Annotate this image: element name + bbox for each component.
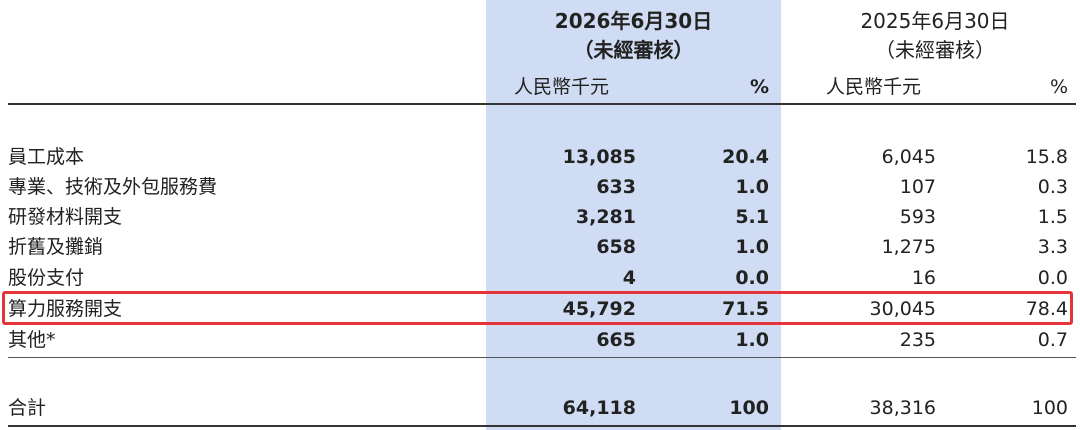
row-label: 專業、技術及外包服務費 [8,176,218,198]
row-prior-pct: 0.0 [1037,267,1068,289]
current-period-audit-note: （未經審核） [573,38,694,62]
row-prior-pct: 15.8 [1025,146,1068,168]
current-pct-header: % [749,76,769,98]
row-current-pct: 5.1 [735,206,769,228]
total-current-amount: 64,118 [562,397,636,419]
row-prior-amount: 107 [899,176,936,198]
current-period-date: 2026年6月30日 [554,9,713,33]
prior-period-date: 2025年6月30日 [860,9,1010,33]
row-prior-amount: 235 [899,329,936,351]
row-label: 股份支付 [8,267,85,289]
row-label: 其他* [8,329,56,351]
total-prior-pct: 100 [1031,397,1068,419]
row-prior-amount: 593 [899,206,936,228]
row-prior-amount: 1,275 [881,236,936,258]
highlighted-row-outline [2,291,1073,325]
row-current-amount: 658 [596,236,636,258]
row-label: 折舊及攤銷 [8,236,104,258]
row-current-amount: 4 [622,267,636,289]
row-current-pct: 1.0 [735,176,769,198]
total-underline [8,425,1076,427]
total-label: 合計 [8,397,47,419]
current-unit-header: 人民幣千元 [514,76,610,98]
prior-unit-header: 人民幣千元 [826,76,922,98]
subtotal-rule [8,357,1076,358]
row-current-amount: 633 [596,176,636,198]
row-label: 員工成本 [8,146,85,168]
row-current-amount: 3,281 [575,206,636,228]
row-current-pct: 1.0 [735,236,769,258]
row-current-pct: 1.0 [735,329,769,351]
row-current-pct: 20.4 [722,146,769,168]
row-prior-amount: 6,045 [881,146,936,168]
header-rule [8,103,1076,105]
row-current-amount: 665 [596,329,636,351]
prior-period-audit-note: （未經審核） [875,38,995,62]
row-current-pct: 0.0 [735,267,769,289]
total-current-pct: 100 [729,397,769,419]
row-prior-pct: 0.7 [1037,329,1068,351]
row-label: 研發材料開支 [8,206,123,228]
row-current-amount: 13,085 [562,146,636,168]
row-prior-amount: 16 [911,267,936,289]
row-prior-pct: 1.5 [1037,206,1068,228]
row-prior-pct: 0.3 [1037,176,1068,198]
prior-pct-header: % [1049,76,1068,98]
total-prior-amount: 38,316 [869,397,936,419]
row-prior-pct: 3.3 [1037,236,1068,258]
